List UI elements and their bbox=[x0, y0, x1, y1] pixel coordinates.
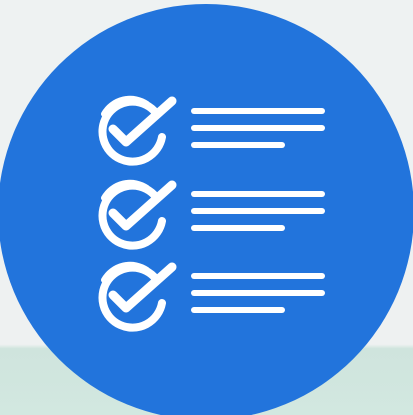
checklist-icon bbox=[0, 4, 413, 415]
checklist-illustration bbox=[0, 0, 413, 415]
